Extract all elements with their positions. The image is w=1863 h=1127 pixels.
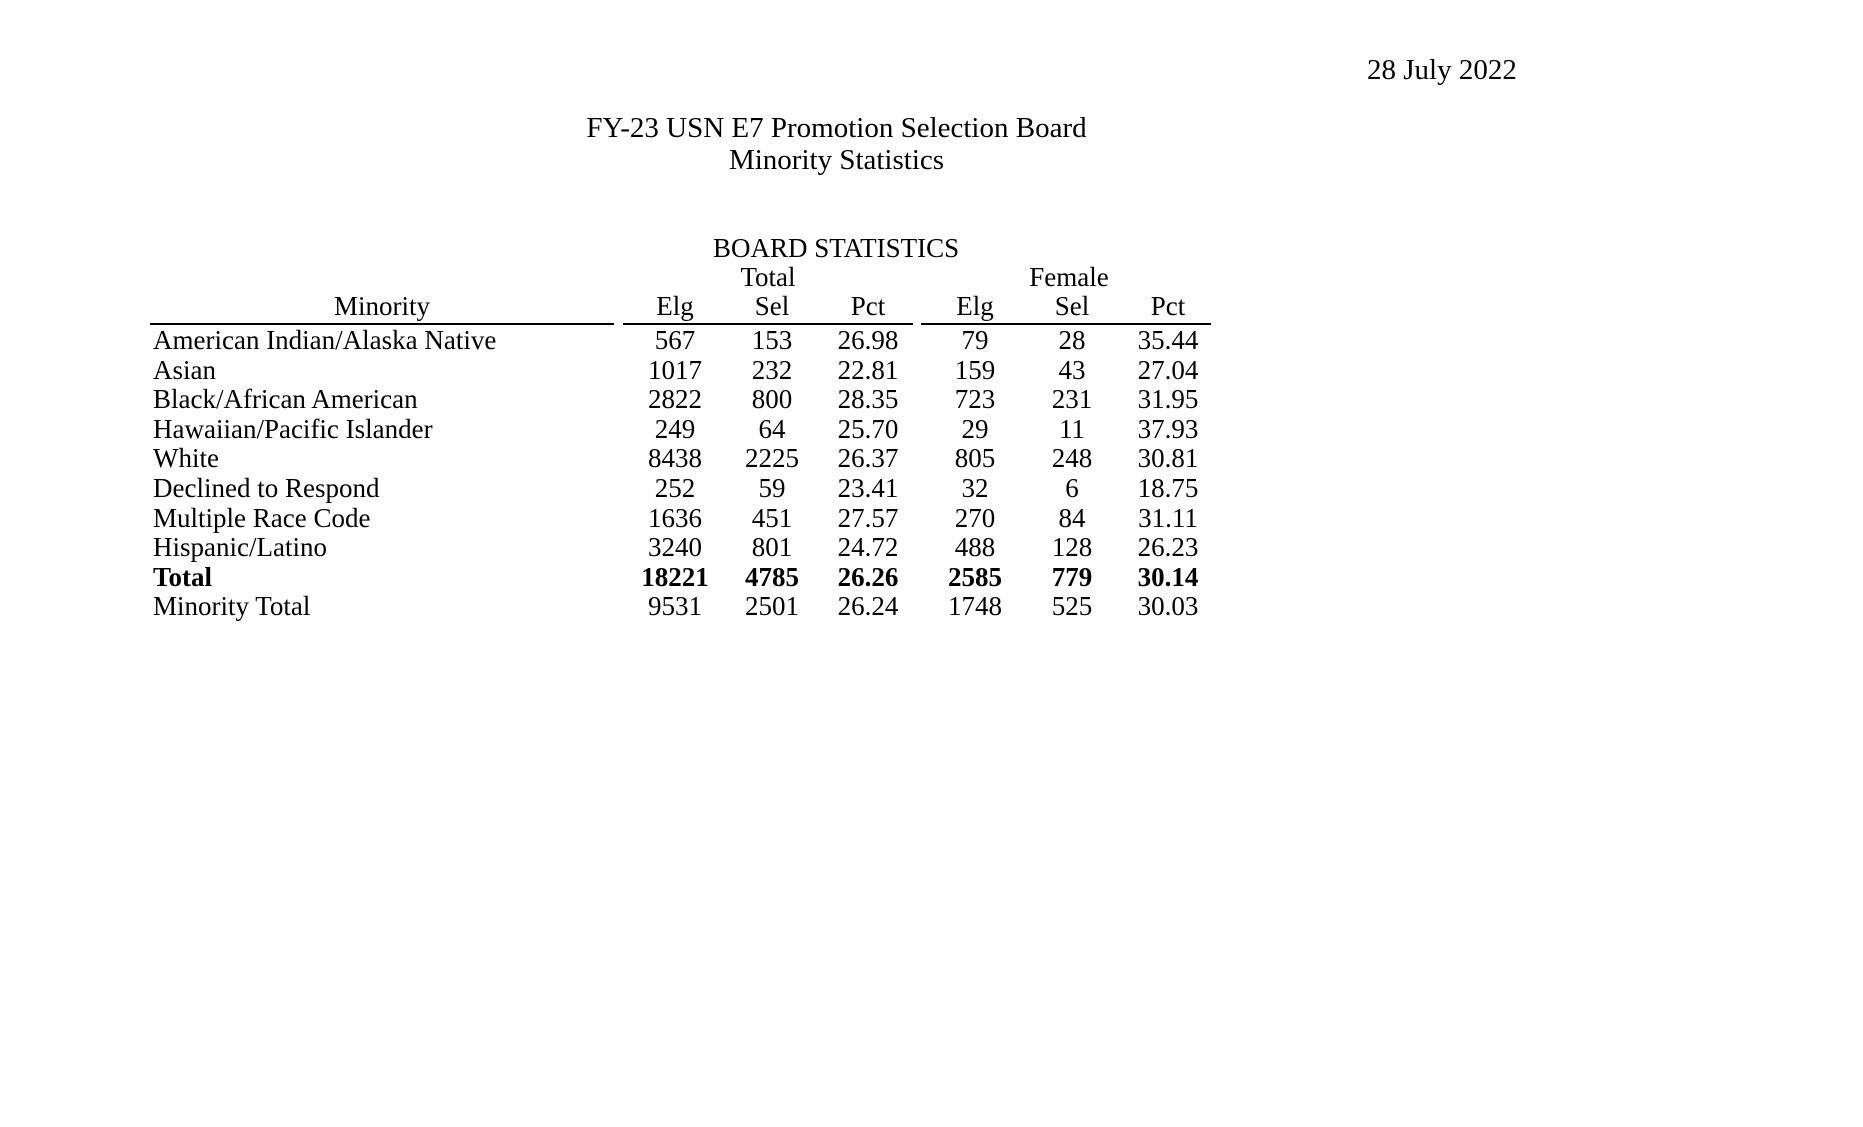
- document-title: FY-23 USN E7 Promotion Selection Board: [586, 112, 1087, 144]
- cell-female-pct: 30.81: [1137, 443, 1199, 474]
- table-row: White 8438 2225 26.37 805 248 30.81: [0, 443, 1863, 473]
- table-row: Multiple Race Code 1636 451 27.57 270 84 31.11: [0, 503, 1863, 533]
- table-row: Asian 1017 232 22.81 159 43 27.04: [0, 355, 1863, 385]
- column-header-minority: Minority: [333, 291, 430, 321]
- group-label-female: Female: [1029, 262, 1109, 292]
- cell-female-pct: 35.44: [1137, 325, 1199, 355]
- table-row: Minority Total 9531 2501 26.24 1748 525 30.03: [0, 591, 1863, 621]
- group-label-total: Total: [740, 262, 796, 292]
- table-row: American Indian/Alaska Native 567 153 26.98…: [0, 325, 1863, 355]
- column-header-total-pct: Pct: [850, 291, 886, 321]
- cell-female-pct: 30.14: [1137, 561, 1199, 592]
- cell-total-pct: 26.24: [837, 591, 899, 622]
- cell-female-pct: 18.75: [1137, 473, 1199, 503]
- table-row-total: Total 18221 4785 26.26 2585 779 30.14: [0, 562, 1863, 592]
- row-label: Asian: [153, 354, 216, 385]
- cell-total-pct: 25.70: [837, 413, 899, 444]
- table-row: Hawaiian/Pacific Islander 249 64 25.70 29 11 3…: [0, 414, 1863, 444]
- cell-total-pct: 26.98: [837, 325, 899, 355]
- row-label: Declined to Respond: [153, 473, 380, 503]
- cell-total-pct: 27.57: [837, 502, 899, 533]
- cell-total-pct: 28.35: [837, 384, 899, 415]
- cell-female-pct: 31.95: [1137, 384, 1199, 415]
- section-title: BOARD STATISTICS: [713, 233, 960, 263]
- cell-total-pct: 23.41: [837, 473, 899, 503]
- row-label: Black/African American: [153, 384, 418, 415]
- cell-total-pct: 26.26: [837, 561, 899, 592]
- document-subtitle: Minority Statistics: [728, 144, 945, 176]
- document-date: 28 July 2022: [1367, 54, 1517, 86]
- table-row: Declined to Respond 252 59 23.41 32 6 18.75: [0, 473, 1863, 503]
- table-row: Black/African American 2822 800 28.35 723 231…: [0, 384, 1863, 414]
- cell-female-pct: 37.93: [1137, 413, 1199, 444]
- cell-female-pct: 27.04: [1137, 354, 1199, 385]
- column-header-female-pct: Pct: [1150, 291, 1186, 321]
- cell-total-pct: 26.37: [837, 443, 899, 474]
- row-label: Multiple Race Code: [153, 502, 371, 533]
- cell-female-pct: 31.11: [1138, 502, 1198, 533]
- cell-total-pct: 22.81: [837, 354, 899, 385]
- row-label: Hawaiian/Pacific Islander: [153, 413, 433, 444]
- row-label: White: [153, 443, 219, 474]
- cell-total-pct: 24.72: [837, 532, 899, 563]
- table-row: Hispanic/Latino 3240 801 24.72 488 128 26.23: [0, 532, 1863, 562]
- row-label: American Indian/Alaska Native: [153, 325, 497, 355]
- row-label: Total: [153, 561, 213, 592]
- row-label: Hispanic/Latino: [153, 532, 327, 563]
- cell-female-pct: 26.23: [1137, 532, 1199, 563]
- row-label: Minority Total: [153, 591, 311, 622]
- cell-female-pct: 30.03: [1137, 591, 1199, 622]
